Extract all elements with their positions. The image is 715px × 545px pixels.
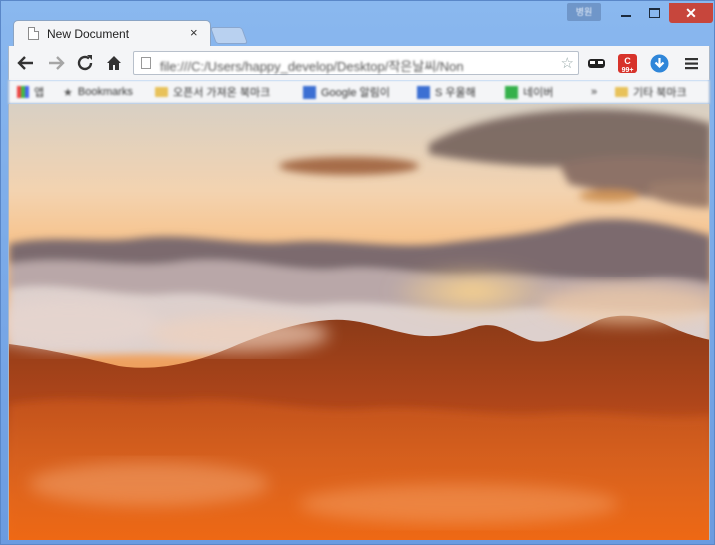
document-icon (28, 27, 39, 40)
mountain-sunset-image (9, 104, 709, 540)
chevron-icon: » (591, 86, 598, 98)
close-icon: ✕ (685, 5, 697, 21)
bookmark-apps[interactable]: 앱 (17, 84, 44, 100)
url-text: file:///C:/Users/happy_develop/Desktop/작… (160, 59, 464, 74)
page-content (8, 104, 710, 540)
profile-chip-label: 병원 (575, 7, 593, 17)
profile-chip[interactable]: 병원 (567, 3, 601, 21)
address-bar[interactable]: file:///C:/Users/happy_develop/Desktop/작… (133, 51, 579, 75)
bookmark-bookmarks[interactable]: ★ Bookmarks (63, 84, 133, 100)
blue-app-icon (417, 85, 430, 99)
new-tab-button[interactable] (209, 27, 249, 44)
badge-extension-icon[interactable]: C 99+ (617, 53, 638, 74)
page-icon (141, 57, 151, 69)
folder-icon (155, 87, 168, 97)
mask-extension-icon[interactable] (586, 53, 607, 74)
svg-text:C: C (624, 56, 631, 66)
minimize-button[interactable] (613, 3, 639, 23)
bookmark-s[interactable]: S 우울해 (417, 84, 476, 100)
apps-icon (17, 86, 29, 98)
toolbar: file:///C:/Users/happy_develop/Desktop/작… (8, 46, 710, 80)
menu-icon[interactable] (681, 53, 702, 74)
svg-text:99+: 99+ (622, 67, 634, 74)
back-arrow-icon[interactable] (15, 52, 37, 74)
maximize-icon (648, 8, 660, 18)
tab-new-document[interactable]: New Document × (13, 20, 211, 47)
folder-icon (615, 87, 628, 97)
star-icon: ★ (63, 86, 73, 99)
bookmark-naver[interactable]: 네이버 (505, 84, 553, 100)
home-icon[interactable] (103, 52, 125, 74)
reload-icon[interactable] (74, 52, 96, 74)
tab-title: New Document (47, 27, 130, 41)
tab-close-button[interactable]: × (190, 25, 198, 40)
bookmark-other[interactable]: 기타 북마크 (615, 84, 687, 100)
maximize-button[interactable] (641, 3, 667, 23)
browser-window: 병원 ✕ New Document × file:///C:/Users/hap… (0, 0, 715, 545)
bookmarks-bar: 앱 ★ Bookmarks 오픈서 가져온 북마크 Google 알림이 S 우울… (8, 80, 710, 104)
bookmark-folder-imported[interactable]: 오픈서 가져온 북마크 (155, 84, 270, 100)
minimize-icon (621, 15, 631, 17)
download-extension-icon[interactable] (649, 53, 670, 74)
green-app-icon (505, 85, 518, 99)
bookmarks-overflow[interactable]: » (591, 84, 597, 100)
forward-arrow-icon[interactable] (45, 52, 67, 74)
close-window-button[interactable]: ✕ (669, 3, 713, 23)
star-icon[interactable]: ☆ (561, 54, 574, 72)
blue-app-icon (303, 85, 316, 99)
bookmark-google[interactable]: Google 알림이 (303, 84, 390, 100)
